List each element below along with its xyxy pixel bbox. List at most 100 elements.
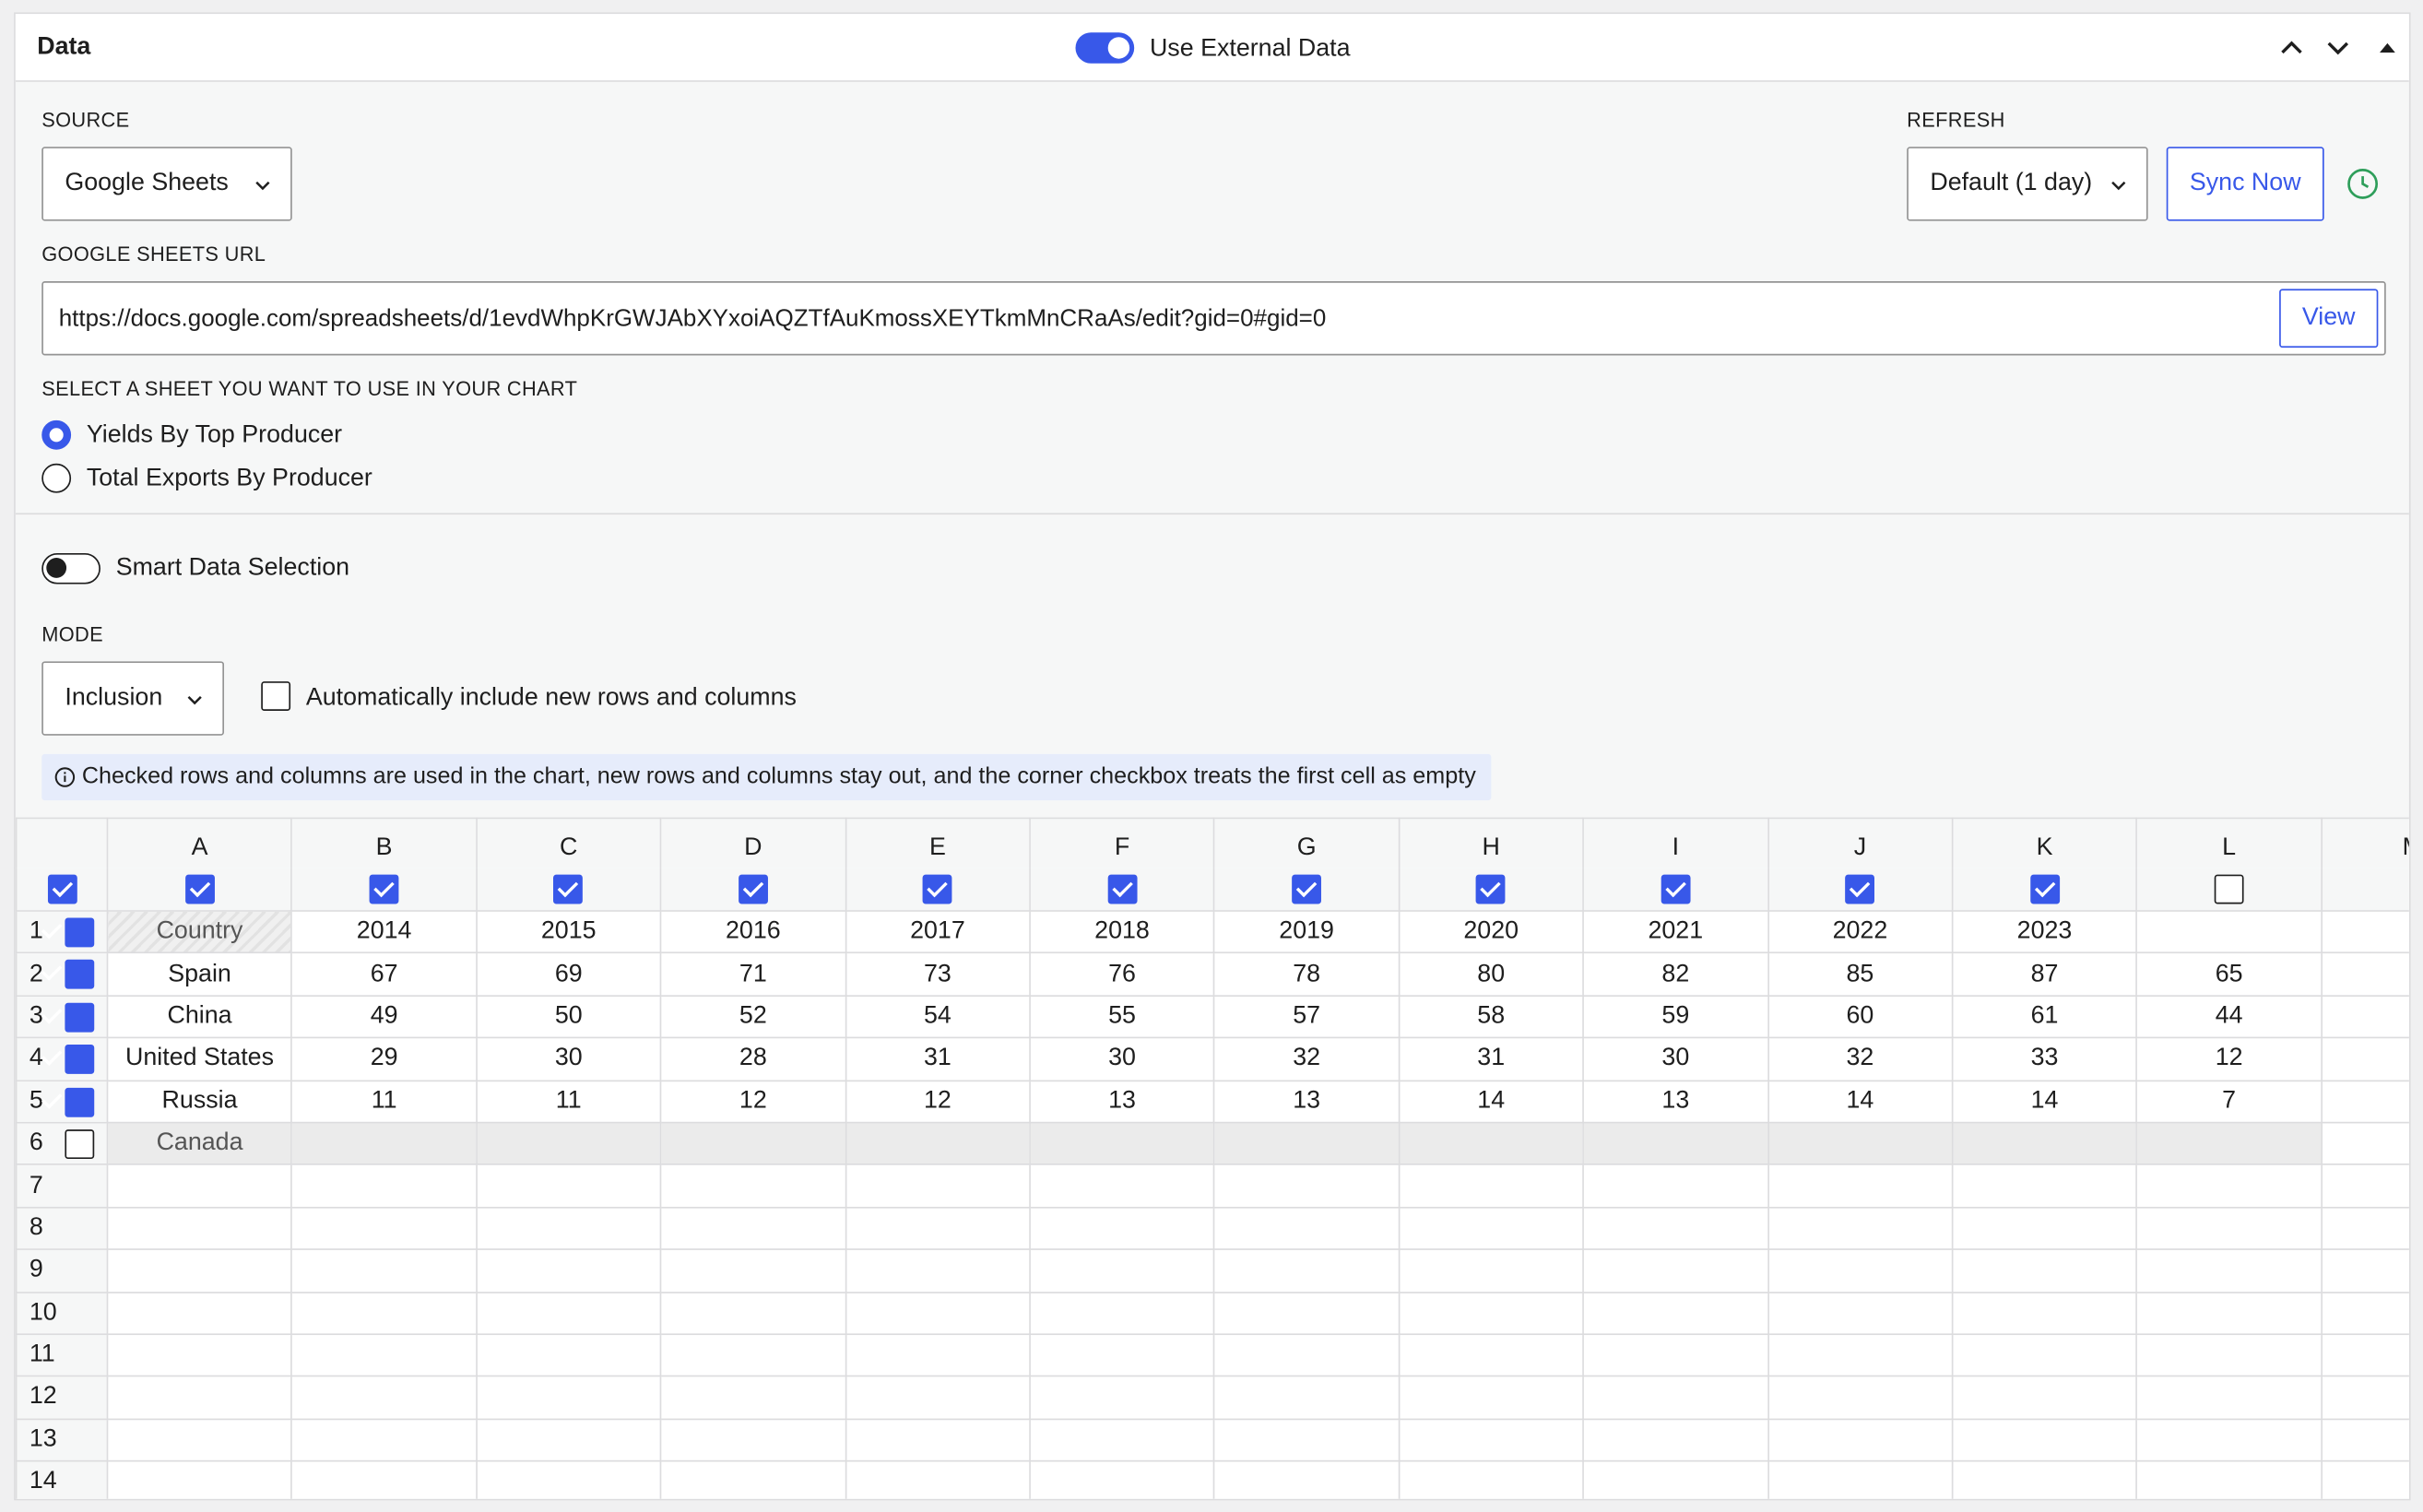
column-checkbox[interactable]: [369, 874, 399, 904]
view-button[interactable]: View: [2279, 289, 2379, 348]
table-cell[interactable]: [1398, 1418, 1585, 1462]
table-cell[interactable]: 60: [1767, 994, 1954, 1039]
table-cell[interactable]: [845, 1206, 1031, 1251]
row-checkbox[interactable]: [65, 1045, 95, 1075]
table-cell[interactable]: [2320, 1459, 2409, 1499]
table-cell[interactable]: 71: [659, 952, 846, 997]
table-cell[interactable]: [2135, 1418, 2323, 1462]
table-cell[interactable]: [290, 1206, 478, 1251]
refresh-select[interactable]: Default (1 day): [1907, 147, 2148, 221]
table-cell[interactable]: [1582, 1333, 1769, 1377]
table-cell[interactable]: [2320, 910, 2409, 954]
table-cell[interactable]: [1767, 1291, 1954, 1335]
table-cell[interactable]: 30: [1029, 1036, 1215, 1081]
table-cell[interactable]: [475, 1418, 662, 1462]
table-cell[interactable]: [2320, 1164, 2409, 1209]
table-cell[interactable]: [1767, 1418, 1954, 1462]
table-cell[interactable]: [1767, 1333, 1954, 1377]
table-cell[interactable]: [1951, 1121, 2138, 1166]
column-checkbox[interactable]: [2214, 874, 2244, 904]
table-cell[interactable]: [1582, 1121, 1769, 1166]
table-cell[interactable]: 87: [1951, 952, 2138, 997]
table-cell[interactable]: [659, 1459, 846, 1499]
table-cell[interactable]: [845, 1291, 1031, 1335]
table-cell[interactable]: [290, 1459, 478, 1499]
table-cell[interactable]: [1213, 1291, 1401, 1335]
table-cell[interactable]: [2135, 910, 2323, 954]
table-cell[interactable]: Canada: [106, 1121, 293, 1166]
table-cell[interactable]: 14: [1767, 1079, 1954, 1124]
table-cell[interactable]: 2023: [1951, 910, 2138, 954]
table-cell[interactable]: [1213, 1376, 1401, 1420]
table-cell[interactable]: 85: [1767, 952, 1954, 997]
table-cell[interactable]: [475, 1248, 662, 1293]
table-cell[interactable]: [845, 1418, 1031, 1462]
column-checkbox[interactable]: [1107, 874, 1137, 904]
table-cell[interactable]: 30: [475, 1036, 662, 1081]
table-cell[interactable]: [106, 1459, 293, 1499]
column-checkbox[interactable]: [2029, 874, 2060, 904]
clock-icon[interactable]: [2346, 167, 2380, 201]
table-cell[interactable]: [290, 1376, 478, 1420]
table-cell[interactable]: [659, 1164, 846, 1209]
table-cell[interactable]: [1951, 1333, 2138, 1377]
table-cell[interactable]: 30: [1582, 1036, 1769, 1081]
radio-selected[interactable]: [41, 419, 72, 450]
table-cell[interactable]: China: [106, 994, 293, 1039]
table-cell[interactable]: [106, 1291, 293, 1335]
table-cell[interactable]: [1213, 1121, 1401, 1166]
row-checkbox[interactable]: [65, 1002, 95, 1033]
table-cell[interactable]: [1951, 1164, 2138, 1209]
table-cell[interactable]: 11: [475, 1079, 662, 1124]
table-cell[interactable]: 52: [659, 994, 846, 1039]
table-cell[interactable]: 31: [1398, 1036, 1585, 1081]
table-cell[interactable]: [659, 1121, 846, 1166]
table-cell[interactable]: 2021: [1582, 910, 1769, 954]
table-cell[interactable]: [2320, 1418, 2409, 1462]
table-cell[interactable]: 54: [845, 994, 1031, 1039]
table-cell[interactable]: [1029, 1206, 1215, 1251]
table-cell[interactable]: 49: [290, 994, 478, 1039]
table-cell[interactable]: [2320, 1079, 2409, 1124]
table-cell[interactable]: [1582, 1459, 1769, 1499]
table-cell[interactable]: [845, 1121, 1031, 1166]
smart-data-selection-toggle[interactable]: [41, 553, 100, 585]
table-cell[interactable]: [2320, 1248, 2409, 1293]
table-cell[interactable]: [845, 1459, 1031, 1499]
table-cell[interactable]: 73: [845, 952, 1031, 997]
table-cell[interactable]: [659, 1376, 846, 1420]
table-cell[interactable]: [2135, 1333, 2323, 1377]
column-checkbox[interactable]: [184, 874, 215, 904]
table-cell[interactable]: [2135, 1121, 2323, 1166]
table-cell[interactable]: [106, 1206, 293, 1251]
table-cell[interactable]: [1029, 1459, 1215, 1499]
column-checkbox[interactable]: [922, 874, 952, 904]
table-cell[interactable]: [659, 1291, 846, 1335]
table-cell[interactable]: 2022: [1767, 910, 1954, 954]
table-cell[interactable]: [475, 1121, 662, 1166]
table-cell[interactable]: [2135, 1206, 2323, 1251]
table-cell[interactable]: 59: [1582, 994, 1769, 1039]
table-cell[interactable]: [1398, 1164, 1585, 1209]
table-cell[interactable]: [845, 1248, 1031, 1293]
table-cell[interactable]: [475, 1333, 662, 1377]
table-cell[interactable]: [475, 1206, 662, 1251]
table-cell[interactable]: [1213, 1333, 1401, 1377]
table-cell[interactable]: 57: [1213, 994, 1401, 1039]
table-cell[interactable]: [106, 1248, 293, 1293]
table-cell[interactable]: [1398, 1459, 1585, 1499]
table-cell[interactable]: [1951, 1418, 2138, 1462]
table-cell[interactable]: [106, 1333, 293, 1377]
table-cell[interactable]: 33: [1951, 1036, 2138, 1081]
table-cell[interactable]: [1398, 1206, 1585, 1251]
table-cell[interactable]: [2320, 1376, 2409, 1420]
table-cell[interactable]: Russia: [106, 1079, 293, 1124]
table-cell[interactable]: [2320, 994, 2409, 1039]
table-cell[interactable]: [106, 1164, 293, 1209]
table-cell[interactable]: [1398, 1248, 1585, 1293]
table-cell[interactable]: [1582, 1418, 1769, 1462]
table-cell[interactable]: [290, 1164, 478, 1209]
table-cell[interactable]: 78: [1213, 952, 1401, 997]
table-cell[interactable]: [845, 1164, 1031, 1209]
table-cell[interactable]: 80: [1398, 952, 1585, 997]
